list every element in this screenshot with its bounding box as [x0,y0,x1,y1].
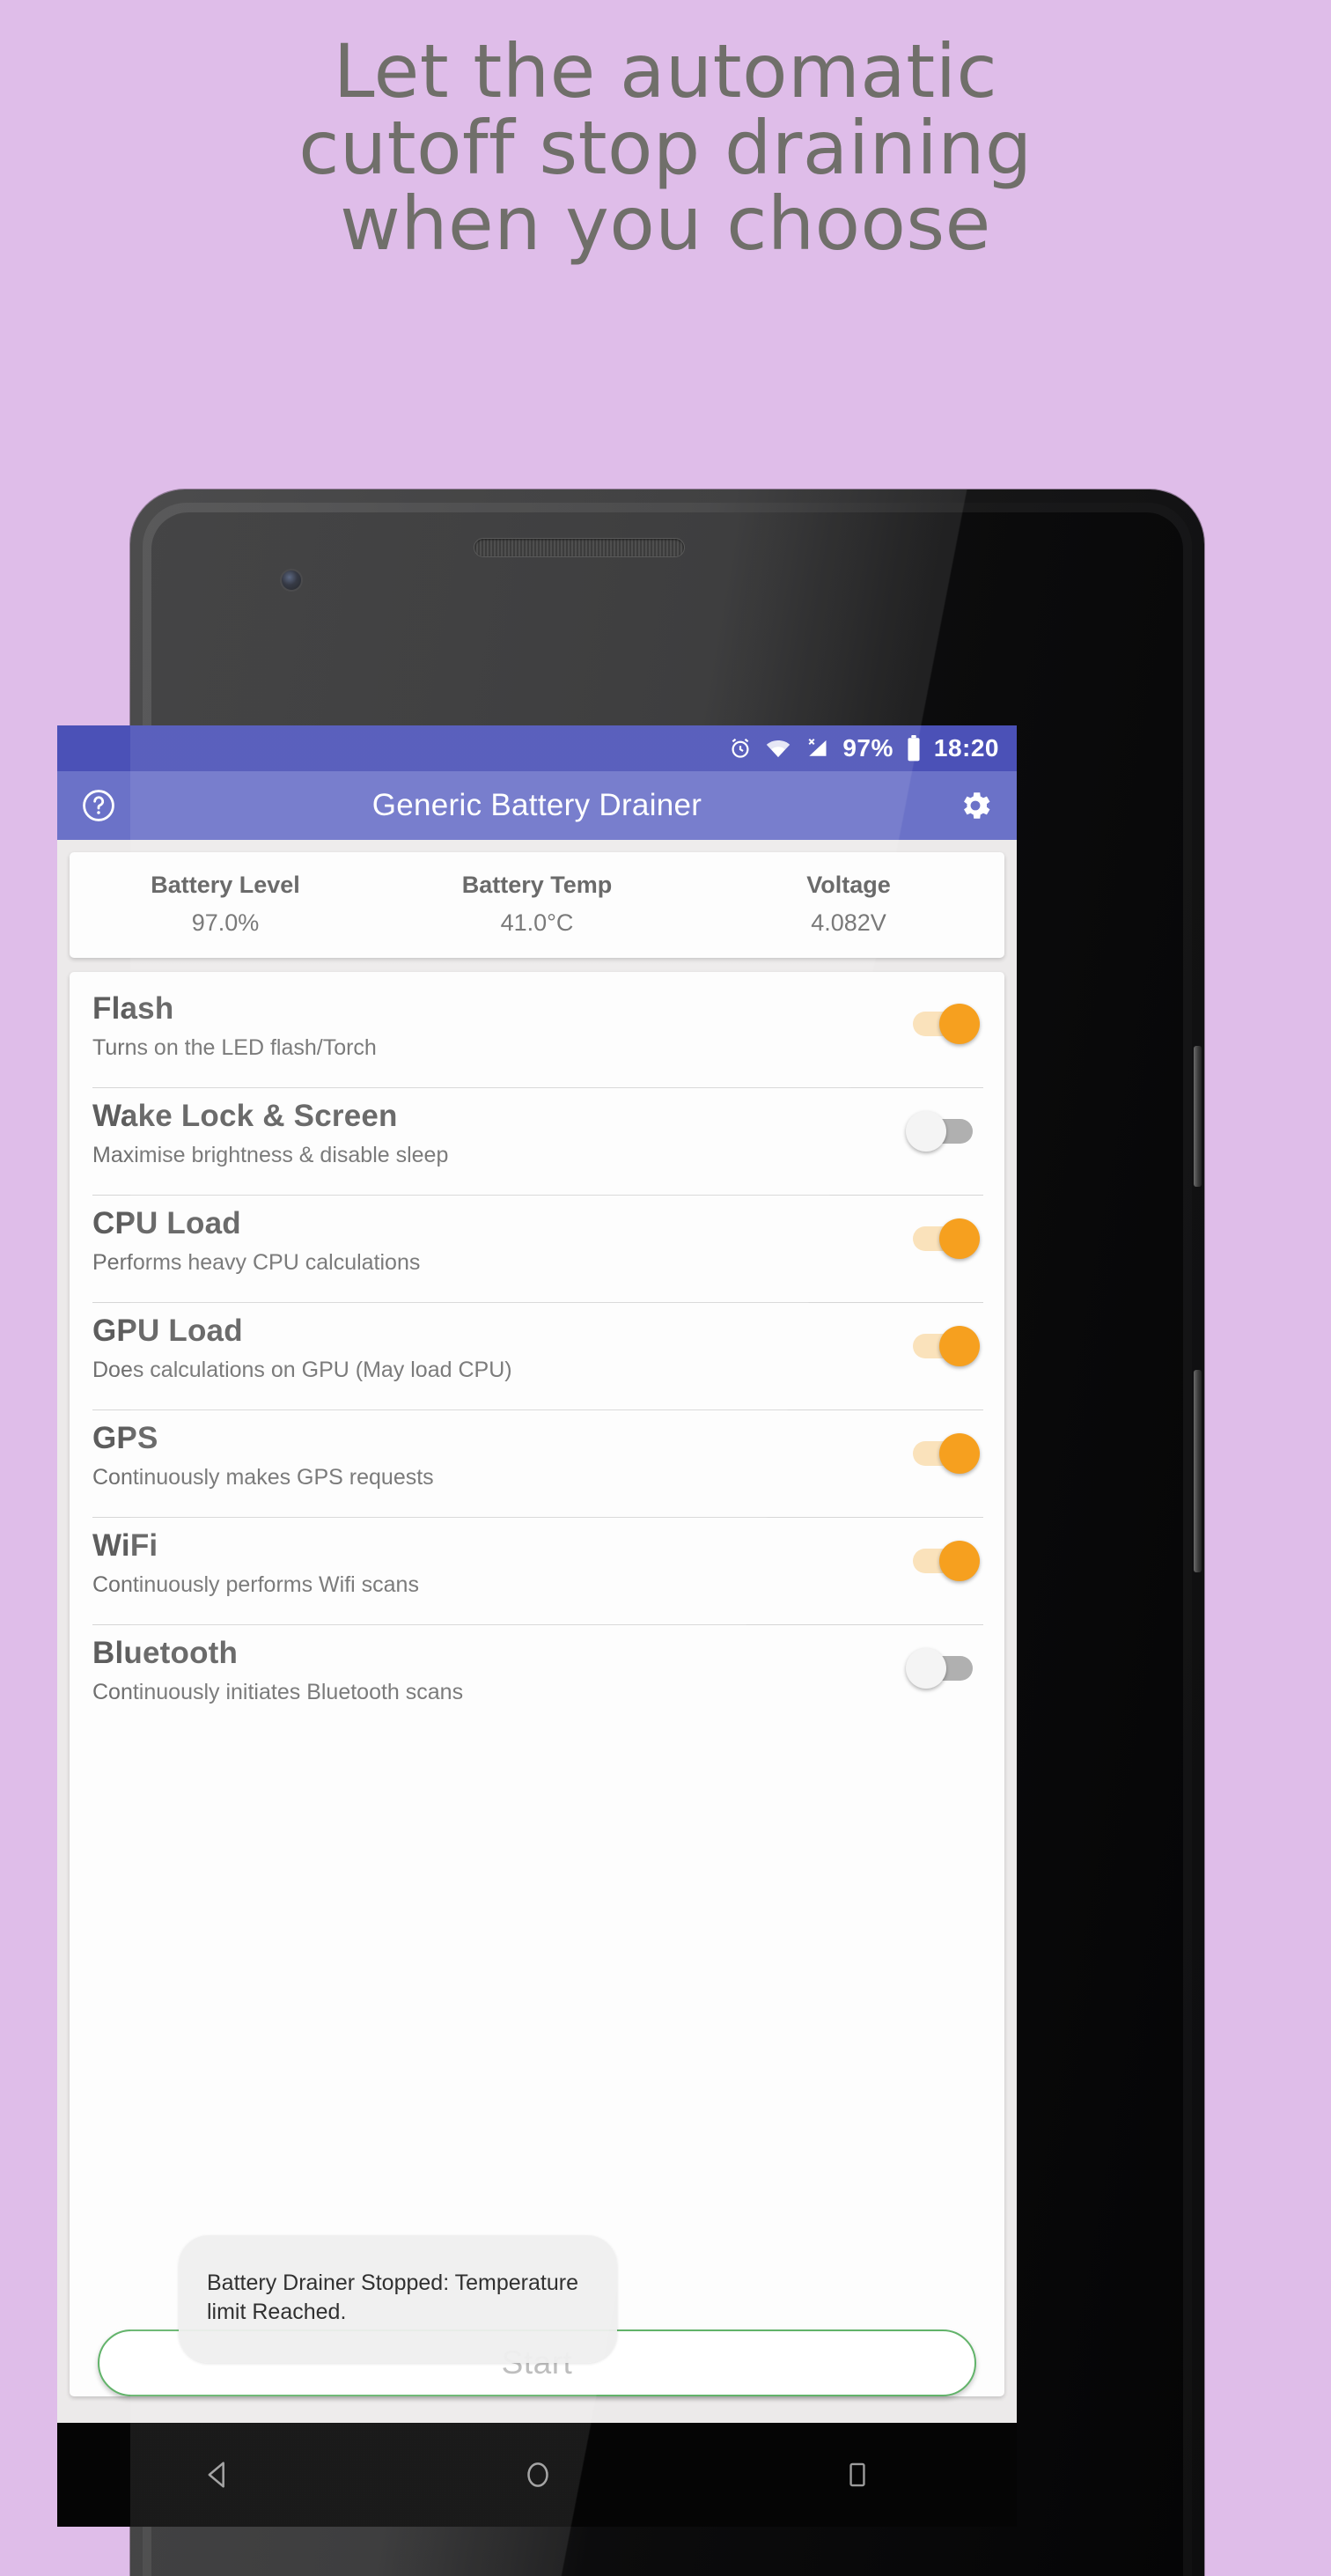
toast-message: Battery Drainer Stopped: Temperature lim… [179,2234,617,2363]
list-item[interactable]: Flash Turns on the LED flash/Torch [92,981,983,1088]
row-subtitle: Turns on the LED flash/Torch [92,1035,377,1061]
row-title: GPS [92,1421,158,1455]
toggle-cpu-load[interactable] [906,1218,980,1259]
toggle-thumb [939,1433,980,1474]
row-subtitle: Continuously initiates Bluetooth scans [92,1680,464,1705]
back-triangle-icon[interactable] [200,2457,235,2492]
stat-value: 4.082V [811,909,886,936]
cellular-signal-no-sim-icon [804,736,830,761]
row-texts: Wake Lock & Screen Maximise brightness &… [92,1099,906,1168]
row-subtitle: Does calculations on GPU (May load CPU) [92,1358,512,1383]
toggle-gps[interactable] [906,1433,980,1474]
list-item[interactable]: GPU Load Does calculations on GPU (May l… [92,1303,983,1410]
stat-value: 97.0% [191,909,260,936]
battery-stats-card: Battery Level 97.0% Battery Temp 41.0°C … [70,852,1004,958]
app-bar: Generic Battery Drainer [57,771,1017,840]
phone-screen: 97% 18:20 Generic Battery Drainer Batter… [57,725,1017,2423]
row-title: GPU Load [92,1314,243,1348]
stat-battery-temp: Battery Temp 41.0°C [381,872,693,937]
promo-headline: Let the automatic cutoff stop draining w… [0,33,1331,262]
toast-text: Battery Drainer Stopped: Temperature lim… [207,2270,578,2325]
toggle-thumb [939,1004,980,1044]
drainer-toggle-list: Flash Turns on the LED flash/Torch Wake … [70,972,1004,2396]
row-title: WiFi [92,1528,158,1563]
toggle-wifi[interactable] [906,1541,980,1581]
wifi-icon [765,739,791,758]
stat-label: Battery Level [151,872,300,898]
headline-line-2: cutoff stop draining [298,104,1033,191]
row-subtitle: Continuously makes GPS requests [92,1465,434,1490]
list-item[interactable]: Bluetooth Continuously initiates Bluetoo… [92,1625,983,1733]
page-title: Generic Battery Drainer [371,788,702,822]
front-camera-icon [280,569,303,592]
toggle-thumb [939,1218,980,1259]
toggle-thumb [906,1648,946,1689]
list-item[interactable]: Wake Lock & Screen Maximise brightness &… [92,1088,983,1196]
row-subtitle: Performs heavy CPU calculations [92,1250,421,1276]
battery-percentage: 97% [842,734,893,762]
headline-line-3: when you choose [340,180,991,268]
list-item[interactable]: GPS Continuously makes GPS requests [92,1410,983,1518]
volume-button[interactable] [1194,1370,1202,1572]
clock: 18:20 [933,734,999,762]
android-navigation-bar [57,2423,1017,2527]
row-title: CPU Load [92,1206,241,1240]
row-texts: GPS Continuously makes GPS requests [92,1421,906,1490]
toggle-gpu-load[interactable] [906,1326,980,1366]
toggle-wake-lock-and-screen[interactable] [906,1111,980,1152]
android-status-bar: 97% 18:20 [57,725,1017,771]
row-texts: Bluetooth Continuously initiates Bluetoo… [92,1636,906,1705]
stat-value: 41.0°C [500,909,574,936]
help-circle-icon[interactable] [80,787,117,824]
toggle-thumb [906,1111,946,1152]
gear-icon[interactable] [957,787,994,824]
stat-label: Battery Temp [461,872,613,898]
recents-square-icon[interactable] [841,2458,874,2491]
headline-line-1: Let the automatic [333,28,998,114]
row-texts: WiFi Continuously performs Wifi scans [92,1528,906,1598]
stat-voltage: Voltage 4.082V [693,872,1004,937]
row-title: Wake Lock & Screen [92,1099,398,1133]
toggle-flash[interactable] [906,1004,980,1044]
toggle-bluetooth[interactable] [906,1648,980,1689]
list-item[interactable]: CPU Load Performs heavy CPU calculations [92,1196,983,1303]
stat-label: Voltage [806,872,891,898]
stat-battery-level: Battery Level 97.0% [70,872,381,937]
power-button[interactable] [1194,1046,1202,1187]
battery-full-icon [906,735,922,762]
row-texts: CPU Load Performs heavy CPU calculations [92,1206,906,1276]
row-texts: Flash Turns on the LED flash/Torch [92,991,906,1061]
home-circle-icon[interactable] [520,2457,555,2492]
toggle-thumb [939,1541,980,1581]
row-subtitle: Maximise brightness & disable sleep [92,1143,449,1168]
row-title: Bluetooth [92,1636,239,1670]
earpiece-speaker-grille [474,538,685,557]
alarm-icon [728,736,753,761]
list-item[interactable]: WiFi Continuously performs Wifi scans [92,1518,983,1625]
row-texts: GPU Load Does calculations on GPU (May l… [92,1314,906,1383]
toggle-thumb [939,1326,980,1366]
row-title: Flash [92,991,174,1026]
row-subtitle: Continuously performs Wifi scans [92,1572,419,1598]
